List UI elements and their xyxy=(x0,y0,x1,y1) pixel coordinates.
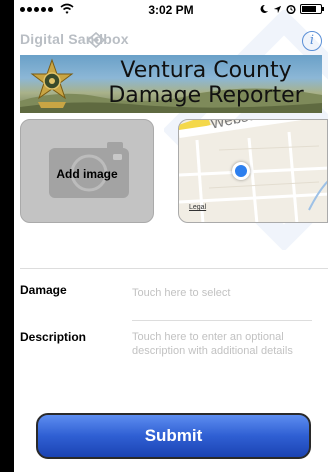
map-legal-link[interactable]: Legal xyxy=(189,204,206,211)
alarm-icon xyxy=(286,4,296,14)
banner-title-line1: Ventura County xyxy=(120,58,292,83)
brand-logo: Digital Sandbox xyxy=(20,31,129,47)
description-input[interactable]: Touch here to enter an optional descript… xyxy=(132,330,312,358)
battery-icon xyxy=(300,4,324,14)
current-location-icon xyxy=(232,162,250,180)
brand-name: Digital Sandbox xyxy=(20,31,129,47)
divider xyxy=(20,268,328,269)
moon-icon xyxy=(260,4,268,13)
location-arrow-icon xyxy=(273,5,282,13)
location-map[interactable]: Webster St Legal xyxy=(178,119,328,223)
banner-title: Ventura County Damage Reporter xyxy=(90,58,322,108)
add-image-button[interactable]: Add image xyxy=(20,119,154,223)
divider xyxy=(132,320,312,321)
damage-label: Damage xyxy=(20,283,67,297)
info-icon: i xyxy=(309,33,315,48)
add-image-label: Add image xyxy=(56,167,118,181)
banner-title-line2: Damage Reporter xyxy=(108,83,304,108)
sandbox-logo-icon xyxy=(87,32,105,48)
description-label: Description xyxy=(20,330,87,344)
app-banner: Ventura County Damage Reporter xyxy=(20,55,322,113)
status-bar: 3:02 PM xyxy=(14,0,328,20)
submit-button[interactable]: Submit xyxy=(36,413,311,459)
info-button[interactable]: i xyxy=(302,31,322,51)
sheriff-star-badge-icon xyxy=(30,58,74,108)
app-screen: 3:02 PM Digital Sandbox i Ventura County… xyxy=(14,0,328,472)
damage-select[interactable]: Touch here to select xyxy=(132,286,312,300)
